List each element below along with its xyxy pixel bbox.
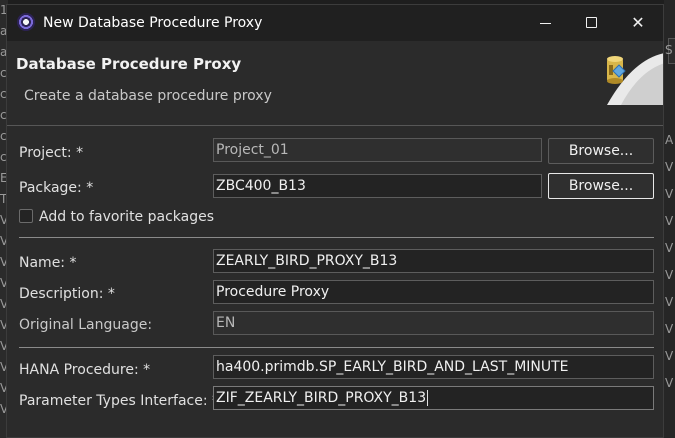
new-database-procedure-proxy-dialog: New Database Procedure Proxy ✕ Database …	[6, 4, 664, 438]
project-field[interactable]: Project_01	[213, 138, 542, 162]
favorite-packages-checkbox[interactable]	[19, 209, 33, 223]
background-text-fragment: A	[665, 133, 674, 147]
hana-procedure-field[interactable]: ha400.primdb.SP_EARLY_BIRD_AND_LAST_MINU…	[213, 355, 654, 379]
section-separator-2	[19, 347, 654, 348]
parameter-types-interface-value: ZIF_ZEARLY_BIRD_PROXY_B13	[216, 390, 427, 406]
original-language-label: Original Language:	[19, 317, 153, 333]
package-field[interactable]: ZBC400_B13	[213, 174, 542, 198]
minimize-button[interactable]	[523, 5, 569, 41]
favorite-packages-label[interactable]: Add to favorite packages	[39, 209, 214, 225]
name-label: Name: *	[19, 255, 77, 271]
maximize-icon	[586, 17, 597, 28]
background-text-fragment: V	[665, 241, 674, 255]
parameter-types-interface-label: Parameter Types Interface: *	[19, 393, 220, 409]
eclipse-icon	[17, 13, 35, 31]
background-text-fragment: V	[665, 214, 674, 228]
background-text-fragment: S	[665, 43, 673, 57]
project-browse-button[interactable]: Browse...	[548, 138, 654, 164]
background-text-fragment: V	[665, 295, 674, 309]
project-label: Project: *	[19, 145, 84, 161]
banner-title: Database Procedure Proxy	[16, 55, 242, 73]
name-field[interactable]: ZEARLY_BIRD_PROXY_B13	[213, 249, 654, 273]
banner-separator	[7, 125, 663, 126]
background-text-fragment: V	[665, 160, 674, 174]
close-icon: ✕	[631, 13, 645, 32]
parameter-types-interface-field[interactable]: ZIF_ZEARLY_BIRD_PROXY_B13	[213, 386, 654, 410]
window-title: New Database Procedure Proxy	[43, 15, 263, 31]
wizard-banner: Database Procedure Proxy Create a databa…	[7, 41, 663, 125]
text-cursor	[427, 390, 429, 406]
database-procedure-wizard-icon	[607, 53, 663, 105]
background-text-fragment: V	[665, 187, 674, 201]
background-text-fragment: V	[665, 268, 674, 282]
original-language-field: EN	[213, 311, 654, 335]
section-separator-1	[19, 237, 654, 238]
maximize-button[interactable]	[569, 5, 615, 41]
description-field[interactable]: Procedure Proxy	[213, 280, 654, 304]
close-button[interactable]: ✕	[615, 5, 661, 41]
description-label: Description: *	[19, 286, 115, 302]
title-bar[interactable]: New Database Procedure Proxy ✕	[7, 5, 663, 41]
background-text-fragment: V	[665, 376, 674, 390]
background-text-fragment: V	[665, 322, 674, 336]
background-right-strip: SAVVVVVVVVV	[664, 0, 675, 438]
banner-subtitle: Create a database procedure proxy	[24, 88, 272, 104]
minimize-icon	[540, 23, 551, 24]
background-text-fragment: V	[665, 349, 674, 363]
hana-procedure-label: HANA Procedure: *	[19, 362, 151, 378]
package-browse-button[interactable]: Browse...	[548, 173, 654, 199]
package-label: Package: *	[19, 180, 94, 196]
